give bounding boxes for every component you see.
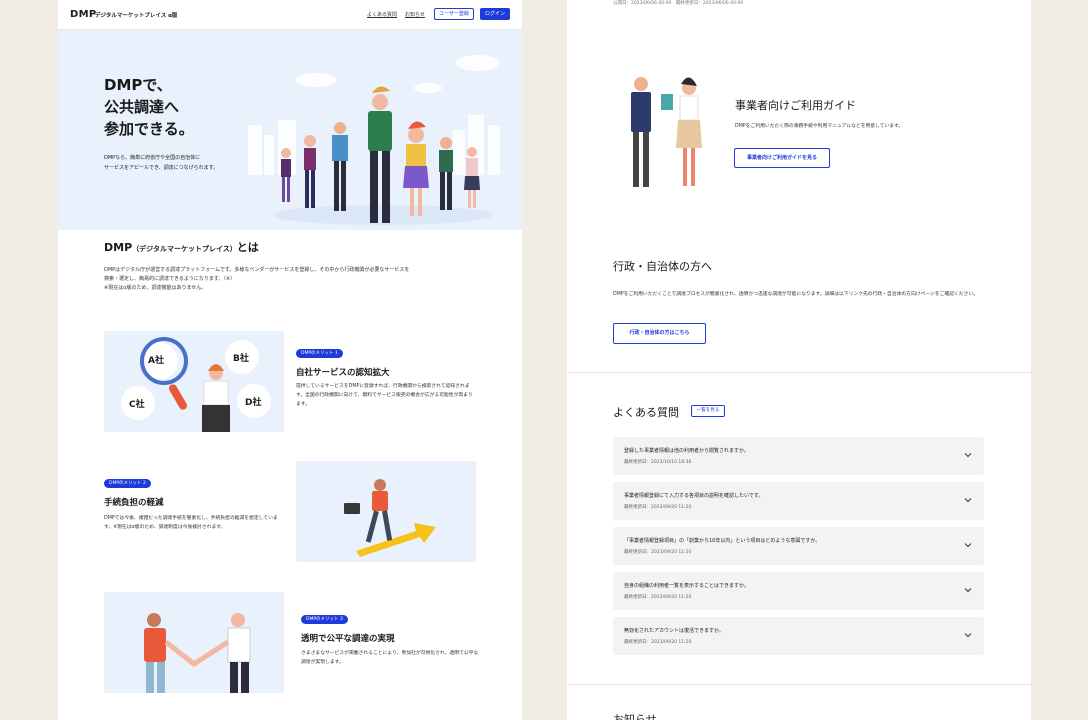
chevron-down-icon[interactable] (964, 586, 972, 594)
publish-date: 公開日：2023/06/06 00:00 最終更新日：2023/06/06 00… (613, 1, 744, 6)
faq-question: 自身の組織の利用者一覧を表示することはできますか。 (624, 583, 749, 589)
faq-updated-date: 最終更新日：2023/09/20 11:20 (624, 550, 692, 555)
about-heading-main: DMP (104, 241, 133, 254)
news-link[interactable]: お知らせ (405, 11, 425, 18)
merit-2-text: DMPでは今後、複雑だった調達手続を簡素化し、手続負担の軽減を想定しています。※… (104, 516, 278, 530)
dmp-logo[interactable]: DMP (70, 9, 96, 20)
faq-link[interactable]: よくある質問 (367, 11, 397, 18)
section-divider (567, 684, 1031, 685)
faq-title: よくある質問 (613, 406, 679, 419)
faq-question: 事業者情報登録にて入力する各項目の説明を確認したいです。 (624, 493, 764, 499)
about-heading-suffix: とは (236, 241, 259, 254)
company-b-label: B社 (233, 354, 249, 364)
merit-3-title: 透明で公平な調達の実現 (301, 634, 395, 644)
faq-list: 登録した事業者情報は他の利用者から閲覧されますか。 最終更新日：2023/10/… (613, 437, 984, 662)
hero-description: DMPなら、簡単に府省庁や全国の自治体に サービスをアピールでき、調達につなげら… (104, 155, 219, 171)
magnifier-companies-illustration (121, 337, 271, 432)
news-title: お知らせ (613, 713, 657, 720)
gov-description: DMPをご利用いただくことで調達プロセスが簡素化され、透明かつ迅速な調達が可能に… (613, 292, 979, 297)
section-divider (567, 372, 1031, 373)
merit-2-badge: DMPのメリット 2 (104, 479, 151, 488)
register-button[interactable]: ユーザー登録 (434, 8, 474, 20)
businessman-arrow-illustration (344, 479, 436, 557)
merit-2-illustration (296, 461, 476, 562)
people-group-illustration (281, 86, 480, 223)
gov-button[interactable]: 行政・自治体の方はこちら (613, 323, 706, 344)
login-button[interactable]: ログイン (480, 8, 511, 20)
merit-1-text: 提供しているサービスをDMPに登録すれば、行政機関から検索されて認知されます。全… (296, 384, 473, 407)
faq-updated-date: 最終更新日：2023/10/10 18:36 (624, 460, 692, 465)
faq-question: 「事業者情報登録項目」の「創業から10年以内」という項目はどのような意図ですか。 (624, 538, 821, 544)
merit-3-text: さまざまなサービスが掲載されることにより、参加社が可視化され、透明で公平な調達が… (301, 651, 479, 665)
company-d-label: D社 (245, 398, 262, 408)
site-header: DMP デジタルマーケットプレイス α版 よくある質問 お知らせ ユーザー登録 … (58, 0, 522, 30)
hero-title: DMPで、 公共調達へ 参加できる。 (104, 76, 194, 138)
faq-item[interactable]: 事業者情報登録にて入力する各項目の説明を確認したいです。 最終更新日：2023/… (613, 482, 984, 520)
company-c-label: C社 (129, 400, 145, 410)
about-heading: DMP（デジタルマーケットプレイス）とは (104, 239, 259, 255)
merit-1-illustration: A社 B社 C社 D社 (104, 331, 284, 432)
faq-updated-date: 最終更新日：2023/09/20 11:20 (624, 640, 692, 645)
faq-question: 登録した事業者情報は他の利用者から閲覧されますか。 (624, 448, 749, 454)
guide-description: DMPをご利用いただく際の事務手続や利用マニュアルなどを用意しています。 (735, 124, 904, 129)
merit-2-title: 手続負担の軽減 (104, 498, 164, 508)
company-a-label: A社 (148, 356, 164, 366)
about-text: DMPはデジタル庁が運営する調達プラットフォームです。多様なベンダーがサービスを… (104, 267, 410, 291)
hero-section: DMPで、 公共調達へ 参加できる。 DMPなら、簡単に府省庁や全国の自治体に … (58, 30, 522, 230)
chevron-down-icon[interactable] (964, 496, 972, 504)
faq-item[interactable]: 登録した事業者情報は他の利用者から閲覧されますか。 最終更新日：2023/10/… (613, 437, 984, 475)
faq-item[interactable]: 無効化されたアカウントは復活できますか。 最終更新日：2023/09/20 11… (613, 617, 984, 655)
merit-1-badge: DMPのメリット 1 (296, 349, 343, 358)
top-page: DMP デジタルマーケットプレイス α版 よくある質問 お知らせ ユーザー登録 … (58, 0, 522, 720)
guide-people-illustration (631, 77, 702, 187)
guide-title: 事業者向けご利用ガイド (735, 99, 856, 112)
about-heading-paren: （デジタルマーケットプレイス） (132, 245, 237, 253)
faq-question: 無効化されたアカウントは復活できますか。 (624, 628, 724, 634)
faq-updated-date: 最終更新日：2023/09/20 11:20 (624, 505, 692, 510)
gov-title: 行政・自治体の方へ (613, 260, 712, 273)
merit-1-title: 自社サービスの認知拡大 (296, 368, 390, 378)
handshake-illustration (144, 613, 251, 693)
merit-3-illustration (104, 592, 284, 693)
faq-updated-date: 最終更新日：2023/09/20 11:20 (624, 595, 692, 600)
site-name: デジタルマーケットプレイス α版 (95, 13, 178, 19)
chevron-down-icon[interactable] (964, 451, 972, 459)
info-page: 公開日：2023/06/06 00:00 最終更新日：2023/06/06 00… (567, 0, 1031, 720)
guide-button[interactable]: 事業者向けご利用ガイドを見る (734, 148, 830, 168)
faq-item[interactable]: 自身の組織の利用者一覧を表示することはできますか。 最終更新日：2023/09/… (613, 572, 984, 610)
faq-more-button[interactable]: 一覧を見る (691, 405, 725, 417)
merit-3-badge: DMPのメリット 3 (301, 615, 348, 624)
chevron-down-icon[interactable] (964, 631, 972, 639)
faq-item[interactable]: 「事業者情報登録項目」の「創業から10年以内」という項目はどのような意図ですか。… (613, 527, 984, 565)
chevron-down-icon[interactable] (964, 541, 972, 549)
